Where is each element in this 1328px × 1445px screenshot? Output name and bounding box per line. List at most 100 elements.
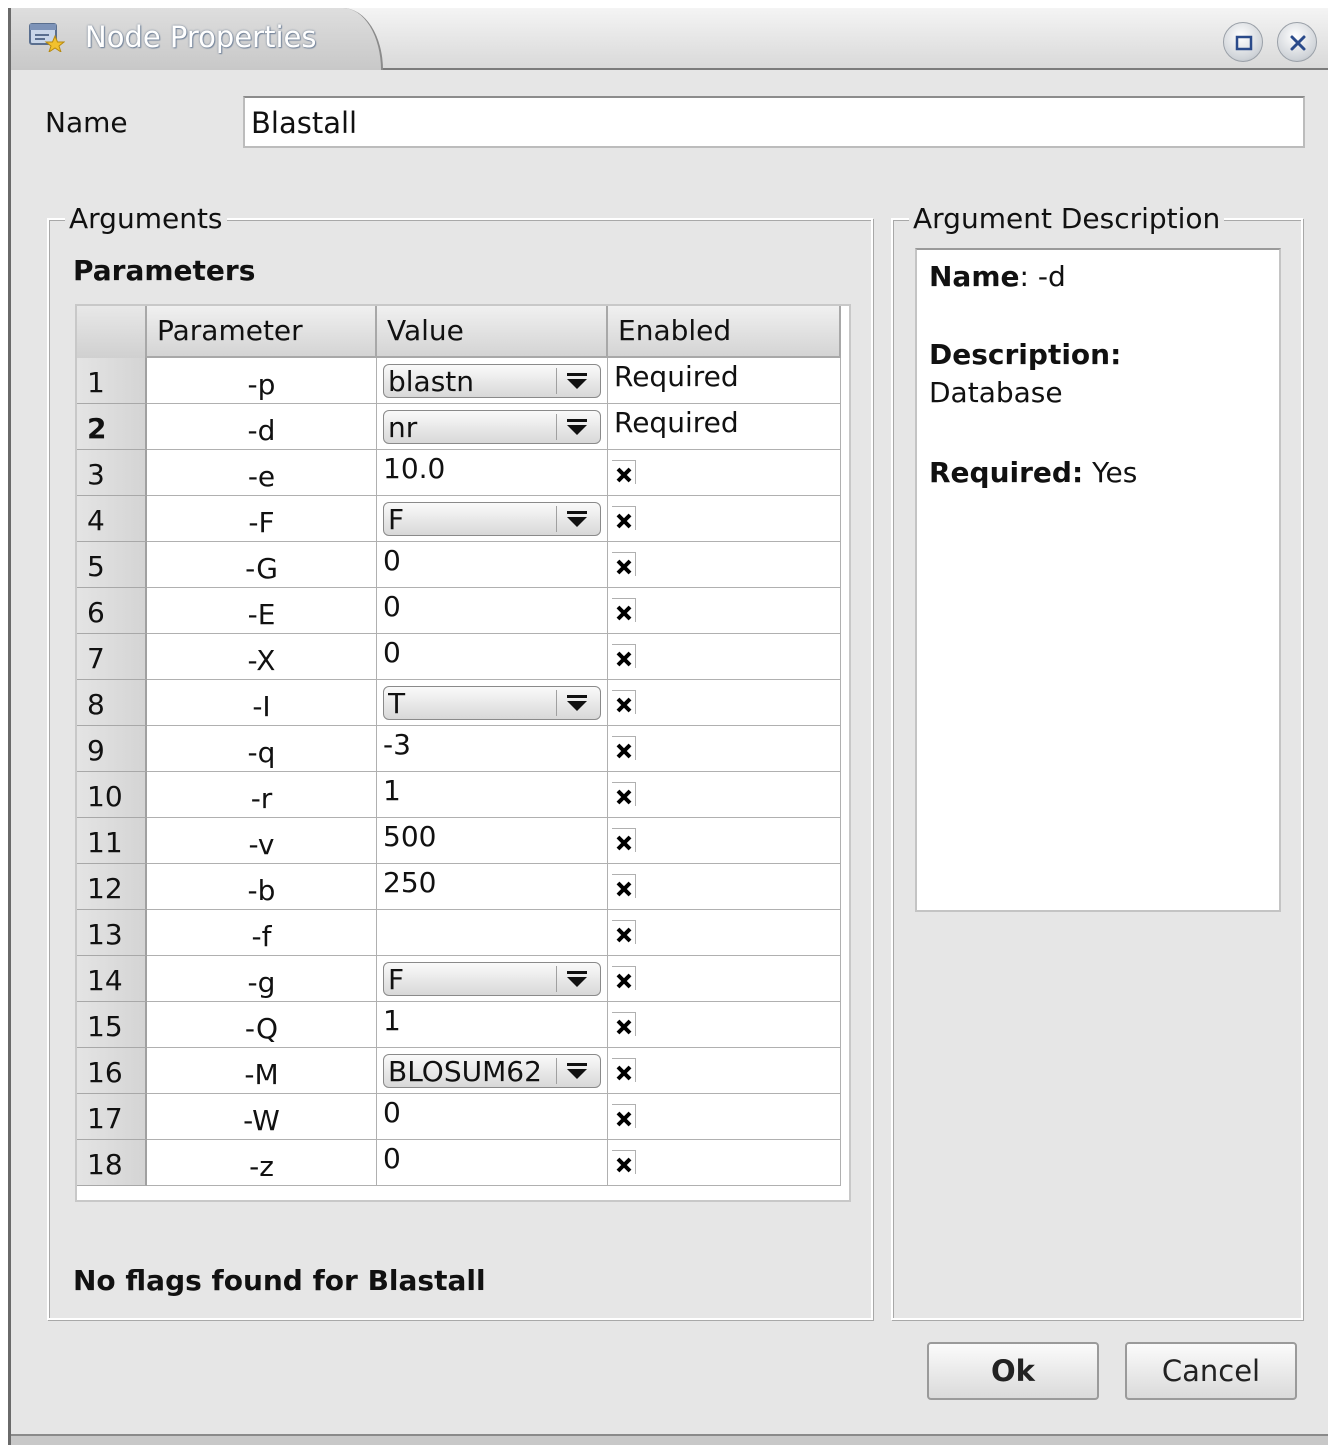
enabled-cell[interactable] — [608, 772, 841, 818]
table-row[interactable]: 5 -G 0 — [77, 542, 841, 588]
table-row[interactable]: 9 -q -3 — [77, 726, 841, 772]
enabled-checkbox[interactable] — [612, 1012, 636, 1036]
value-dropdown[interactable]: F — [383, 962, 601, 996]
cancel-button[interactable]: Cancel — [1125, 1342, 1297, 1400]
value-cell[interactable]: 0 — [377, 542, 608, 588]
enabled-checkbox[interactable] — [612, 598, 636, 622]
desc-description-label: Description: — [929, 338, 1122, 371]
value-cell[interactable]: F — [377, 496, 608, 542]
enabled-cell[interactable] — [608, 542, 841, 588]
enabled-checkbox[interactable] — [612, 506, 636, 530]
value-cell[interactable]: 10.0 — [377, 450, 608, 496]
enabled-checkbox[interactable] — [612, 644, 636, 668]
table-row[interactable]: 18 -z 0 — [77, 1140, 841, 1186]
checkmark-x-icon — [616, 513, 632, 529]
dropdown-arrow-icon[interactable] — [556, 368, 596, 394]
value-text: 250 — [383, 866, 437, 899]
table-row[interactable]: 4 -F F — [77, 496, 841, 542]
value-cell[interactable]: 500 — [377, 818, 608, 864]
value-dropdown[interactable]: blastn — [383, 364, 601, 398]
enabled-checkbox[interactable] — [612, 874, 636, 898]
title-bar[interactable]: Node Properties — [11, 8, 1328, 70]
table-row[interactable]: 17 -W 0 — [77, 1094, 841, 1140]
table-row[interactable]: 13 -f — [77, 910, 841, 956]
table-row[interactable]: 11 -v 500 — [77, 818, 841, 864]
table-row[interactable]: 8 -I T — [77, 680, 841, 726]
enabled-cell[interactable] — [608, 864, 841, 910]
value-dropdown[interactable]: BLOSUM62 — [383, 1054, 601, 1088]
enabled-cell[interactable] — [608, 1048, 841, 1094]
enabled-cell[interactable]: Required — [608, 358, 841, 404]
dropdown-arrow-icon[interactable] — [556, 506, 596, 532]
value-cell[interactable]: -3 — [377, 726, 608, 772]
value-cell[interactable]: BLOSUM62 — [377, 1048, 608, 1094]
table-row[interactable]: 1 -p blastn Required — [77, 358, 841, 404]
row-number: 2 — [77, 404, 147, 450]
name-input[interactable]: Blastall — [243, 96, 1305, 148]
value-cell[interactable]: 1 — [377, 1002, 608, 1048]
close-button[interactable] — [1277, 22, 1317, 62]
enabled-cell[interactable] — [608, 680, 841, 726]
enabled-cell[interactable] — [608, 1140, 841, 1186]
value-cell[interactable]: blastn — [377, 358, 608, 404]
enabled-checkbox[interactable] — [612, 920, 636, 944]
value-dropdown[interactable]: nr — [383, 410, 601, 444]
value-cell[interactable]: 250 — [377, 864, 608, 910]
enabled-cell[interactable] — [608, 634, 841, 680]
value-cell[interactable]: 0 — [377, 634, 608, 680]
parameter-cell: -f — [147, 910, 377, 956]
value-cell[interactable]: 0 — [377, 588, 608, 634]
enabled-checkbox[interactable] — [612, 1058, 636, 1082]
table-row[interactable]: 2 -d nr Required — [77, 404, 841, 450]
enabled-cell[interactable] — [608, 450, 841, 496]
column-header-parameter[interactable]: Parameter — [147, 306, 377, 358]
column-header-value[interactable]: Value — [377, 306, 608, 358]
enabled-cell[interactable]: Required — [608, 404, 841, 450]
maximize-button[interactable] — [1223, 22, 1263, 62]
enabled-checkbox[interactable] — [612, 782, 636, 806]
dropdown-arrow-icon[interactable] — [556, 414, 596, 440]
value-cell[interactable]: nr — [377, 404, 608, 450]
enabled-checkbox[interactable] — [612, 1150, 636, 1174]
value-cell[interactable]: F — [377, 956, 608, 1002]
enabled-cell[interactable] — [608, 588, 841, 634]
dropdown-arrow-icon[interactable] — [556, 966, 596, 992]
value-cell[interactable] — [377, 910, 608, 956]
enabled-checkbox[interactable] — [612, 828, 636, 852]
table-row[interactable]: 12 -b 250 — [77, 864, 841, 910]
table-row[interactable]: 15 -Q 1 — [77, 1002, 841, 1048]
table-row[interactable]: 10 -r 1 — [77, 772, 841, 818]
value-dropdown[interactable]: T — [383, 686, 601, 720]
value-dropdown[interactable]: F — [383, 502, 601, 536]
enabled-cell[interactable] — [608, 956, 841, 1002]
enabled-cell[interactable] — [608, 818, 841, 864]
enabled-cell[interactable] — [608, 726, 841, 772]
table-row[interactable]: 3 -e 10.0 — [77, 450, 841, 496]
ok-button[interactable]: Ok — [927, 1342, 1099, 1400]
dropdown-arrow-icon[interactable] — [556, 1058, 596, 1084]
dropdown-arrow-icon[interactable] — [556, 690, 596, 716]
checkmark-x-icon — [616, 789, 632, 805]
enabled-checkbox[interactable] — [612, 736, 636, 760]
enabled-checkbox[interactable] — [612, 966, 636, 990]
enabled-cell[interactable] — [608, 496, 841, 542]
enabled-cell[interactable] — [608, 1094, 841, 1140]
table-row[interactable]: 16 -M BLOSUM62 — [77, 1048, 841, 1094]
table-row[interactable]: 14 -g F — [77, 956, 841, 1002]
checkmark-x-icon — [616, 605, 632, 621]
checkmark-x-icon — [616, 1111, 632, 1127]
table-row[interactable]: 6 -E 0 — [77, 588, 841, 634]
table-row[interactable]: 7 -X 0 — [77, 634, 841, 680]
column-header-enabled[interactable]: Enabled — [608, 306, 841, 358]
enabled-checkbox[interactable] — [612, 690, 636, 714]
value-cell[interactable]: 1 — [377, 772, 608, 818]
enabled-cell[interactable] — [608, 910, 841, 956]
enabled-cell[interactable] — [608, 1002, 841, 1048]
enabled-checkbox[interactable] — [612, 552, 636, 576]
value-cell[interactable]: T — [377, 680, 608, 726]
value-cell[interactable]: 0 — [377, 1094, 608, 1140]
value-cell[interactable]: 0 — [377, 1140, 608, 1186]
enabled-checkbox[interactable] — [612, 460, 636, 484]
enabled-checkbox[interactable] — [612, 1104, 636, 1128]
parameter-cell: -d — [147, 404, 377, 450]
